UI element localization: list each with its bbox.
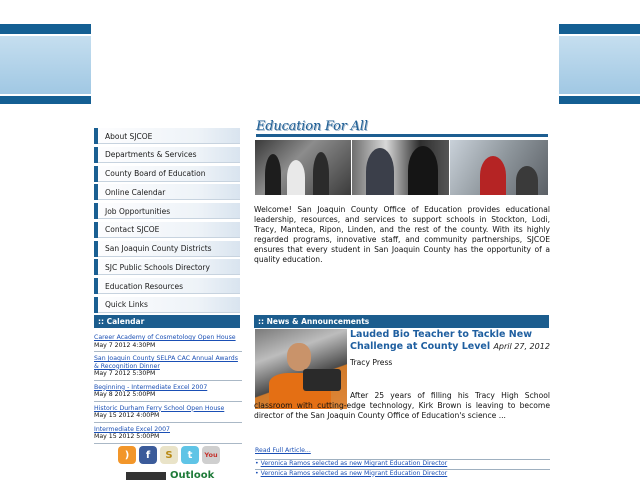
youtube-icon[interactable]: You xyxy=(202,446,220,464)
header-banner-left xyxy=(0,24,91,104)
calendar-event: Beginning - Intermediate Excel 2007 May … xyxy=(94,383,242,402)
more-news-list: • Veronica Ramos selected as new Migrant… xyxy=(255,459,550,478)
news-date: April 27, 2012 xyxy=(493,342,550,351)
school-icon[interactable]: S xyxy=(160,446,178,464)
nav-item-label: Online Calendar xyxy=(105,187,166,197)
calendar-event: Intermediate Excel 2007 May 15 2012 5:00… xyxy=(94,425,242,444)
nav-item-calendar[interactable]: Online Calendar xyxy=(94,184,240,201)
nav-item-districts[interactable]: San Joaquin County Districts xyxy=(94,240,240,257)
facebook-icon[interactable]: f xyxy=(139,446,157,464)
nav-item-directory[interactable]: SJC Public Schools Directory xyxy=(94,259,240,276)
calendar-event-date: May 8 2012 5:00PM xyxy=(94,391,156,398)
nav-item-label: San Joaquin County Districts xyxy=(105,244,212,253)
calendar-event-date: May 15 2012 4:00PM xyxy=(94,412,160,419)
nav-item-label: Quick Links xyxy=(105,300,148,310)
nav-item-label: SJC Public Schools Directory xyxy=(105,262,210,272)
news-body: After 25 years of filling his Tracy High… xyxy=(254,391,550,420)
calendar-event-link[interactable]: Historic Durham Ferry School Open House xyxy=(94,405,242,413)
twitter-icon[interactable]: t xyxy=(181,446,199,464)
nav-item-resources[interactable]: Education Resources xyxy=(94,278,240,294)
calendar-event-date: May 15 2012 5:00PM xyxy=(94,433,160,440)
calendar-event-date: May 7 2012 5:30PM xyxy=(94,370,156,377)
news-heading: :: News & Announcements xyxy=(254,315,549,328)
nav-item-label: County Board of Education xyxy=(105,169,206,178)
page-title: Education For All xyxy=(256,119,368,134)
calendar-event: Career Academy of Cosmetology Open House… xyxy=(94,333,242,352)
calendar-event-link[interactable]: Career Academy of Cosmetology Open House xyxy=(94,334,242,342)
nav-item-jobs[interactable]: Job Opportunities xyxy=(94,203,240,219)
read-full-article-link[interactable]: Read Full Article... xyxy=(255,447,311,454)
outlook-link[interactable]: Outlook xyxy=(170,470,214,481)
social-icons: ) f S t You xyxy=(118,446,220,464)
nav-item-board[interactable]: County Board of Education xyxy=(94,165,240,182)
news-source: Tracy Press xyxy=(350,358,393,367)
more-news-link[interactable]: Veronica Ramos selected as new Migrant E… xyxy=(261,470,448,477)
calendar-heading: :: Calendar xyxy=(94,315,240,328)
more-news-item[interactable]: • Veronica Ramos selected as new Migrant… xyxy=(255,459,550,469)
nav-item-label: Departments & Services xyxy=(105,150,197,160)
header-banner-right xyxy=(559,24,640,104)
nav-item-quick-links[interactable]: Quick Links xyxy=(94,296,240,313)
nav-item-about[interactable]: About SJCOE xyxy=(94,128,240,144)
calendar-event-link[interactable]: Intermediate Excel 2007 xyxy=(94,426,242,434)
photo-classroom xyxy=(450,140,548,195)
rss-icon[interactable]: ) xyxy=(118,446,136,464)
nav-item-departments[interactable]: Departments & Services xyxy=(94,146,240,163)
calendar-event: Historic Durham Ferry School Open House … xyxy=(94,404,242,423)
nav-item-label: Job Opportunities xyxy=(105,206,171,216)
nav-item-label: Contact SJCOE xyxy=(105,225,160,235)
nav-item-contact[interactable]: Contact SJCOE xyxy=(94,221,240,238)
calendar-event: San Joaquin County SELPA CAC Annual Awar… xyxy=(94,354,242,381)
calendar-event-date: May 7 2012 4:30PM xyxy=(94,341,156,349)
more-news-item[interactable]: • Veronica Ramos selected as new Migrant… xyxy=(255,468,550,479)
title-divider xyxy=(256,134,548,137)
calendar-event-link[interactable]: Beginning - Intermediate Excel 2007 xyxy=(94,384,242,392)
calendar-event-link[interactable]: San Joaquin County SELPA CAC Annual Awar… xyxy=(94,355,242,370)
photo-students xyxy=(255,140,351,195)
sidebar-nav: About SJCOE Departments & Services Count… xyxy=(94,128,240,316)
welcome-text: Welcome! San Joaquin County Office of Ed… xyxy=(254,205,550,264)
calendar-list: Career Academy of Cosmetology Open House… xyxy=(94,333,242,446)
nav-item-label: About SJCOE xyxy=(105,131,153,141)
more-news-link[interactable]: Veronica Ramos selected as new Migrant E… xyxy=(261,460,448,467)
nav-item-label: Education Resources xyxy=(105,281,184,291)
footer-badge[interactable] xyxy=(126,472,166,480)
photo-strip xyxy=(255,140,549,195)
news-headline[interactable]: Lauded Bio Teacher to Tackle New Challen… xyxy=(350,329,550,353)
photo-graduation xyxy=(352,140,449,195)
